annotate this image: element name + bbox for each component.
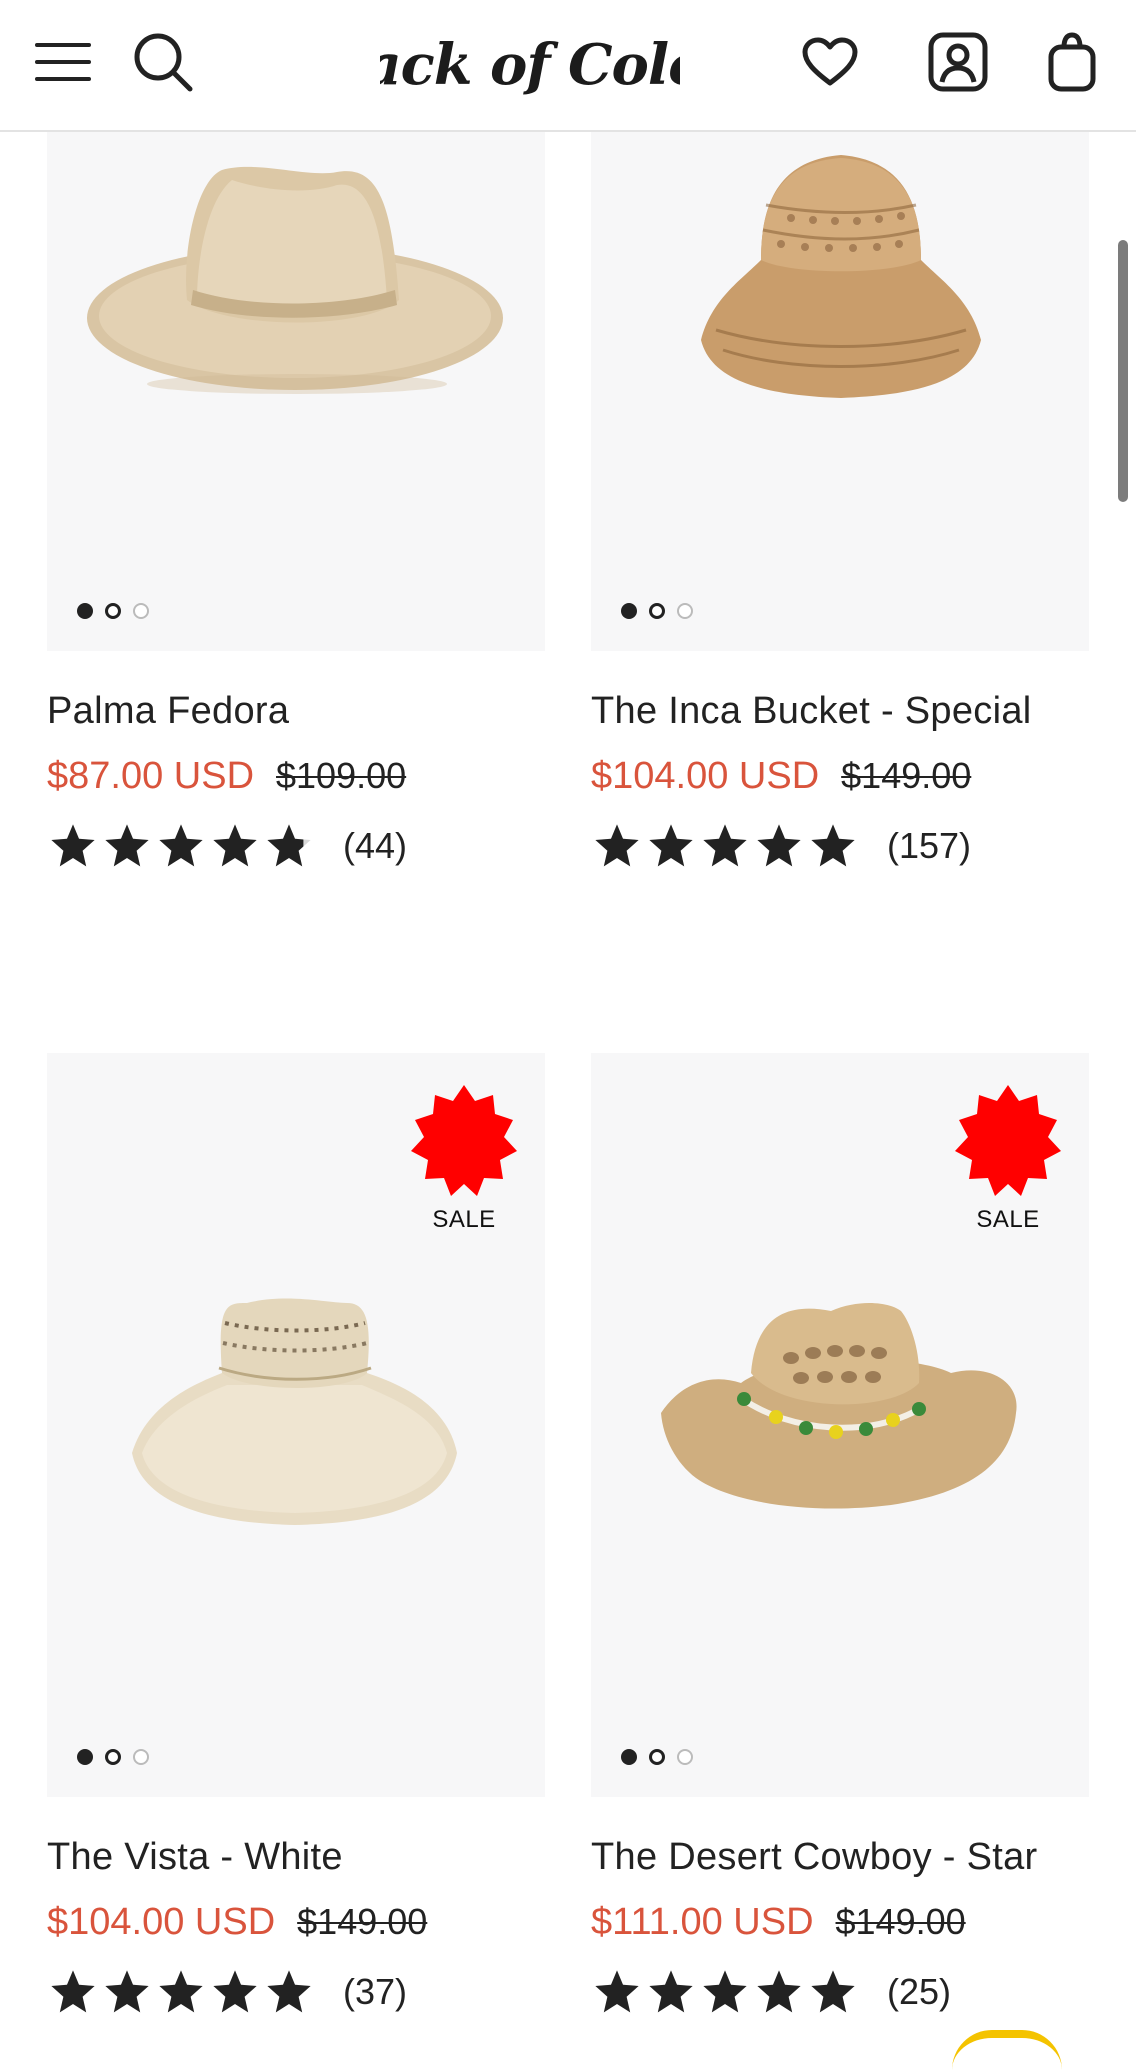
product-rating[interactable]: (25) [591, 1968, 951, 2016]
sale-label: SALE [432, 1206, 496, 1233]
star-icon [703, 1970, 747, 2013]
menu-icon [35, 43, 91, 81]
star-icon [105, 824, 149, 867]
heart-icon [802, 37, 858, 86]
pagination-dot-1[interactable] [621, 603, 637, 619]
image-pagination[interactable] [621, 603, 693, 619]
pagination-dot-3[interactable] [133, 603, 149, 619]
product-price: $104.00 USD $149.00 [47, 1901, 427, 1944]
product-title[interactable]: The Desert Cowboy - Star [591, 1836, 1037, 1879]
product-rating[interactable]: (44) [47, 822, 407, 870]
star-icon [267, 1970, 311, 2013]
star-icon [595, 1970, 639, 2013]
star-icon [703, 824, 747, 867]
image-pagination[interactable] [77, 603, 149, 619]
star-icon [811, 1970, 855, 2013]
sale-price: $111.00 USD [591, 1901, 814, 1943]
star-rating [47, 1968, 315, 2016]
sale-price: $104.00 USD [591, 755, 820, 797]
pagination-dot-3[interactable] [677, 603, 693, 619]
compare-at-price: $109.00 [276, 755, 407, 796]
wishlist-button[interactable] [795, 24, 865, 100]
brand-logo-text: Lack of Color [380, 32, 680, 98]
scrollbar[interactable] [1118, 240, 1128, 502]
pagination-dot-2[interactable] [105, 1749, 121, 1765]
star-icon [159, 1970, 203, 2013]
star-icon [51, 1970, 95, 2013]
site-header: Lack of Color [0, 0, 1136, 132]
sale-price: $87.00 USD [47, 755, 255, 797]
compare-at-price: $149.00 [835, 1901, 966, 1942]
search-icon [134, 33, 193, 92]
pagination-dot-1[interactable] [77, 1749, 93, 1765]
product-rating[interactable]: (37) [47, 1968, 407, 2016]
product-title[interactable]: Palma Fedora [47, 690, 289, 733]
account-button[interactable] [923, 24, 993, 100]
star-rating [591, 822, 859, 870]
pagination-dot-3[interactable] [133, 1749, 149, 1765]
star-rating [47, 822, 315, 870]
image-pagination[interactable] [77, 1749, 149, 1765]
star-rating [591, 1968, 859, 2016]
review-count: (157) [887, 825, 972, 866]
compare-at-price: $149.00 [297, 1901, 428, 1942]
pagination-dot-2[interactable] [649, 1749, 665, 1765]
product-grid: Palma Fedora $87.00 USD $109.00 (44) The… [0, 0, 1136, 2048]
image-pagination[interactable] [621, 1749, 693, 1765]
star-icon [105, 1970, 149, 2013]
product-price: $111.00 USD $149.00 [591, 1901, 966, 1944]
review-count: (44) [343, 825, 408, 866]
product-rating[interactable]: (157) [591, 822, 971, 870]
sale-price: $104.00 USD [47, 1901, 276, 1943]
product-title[interactable]: The Vista - White [47, 1836, 343, 1879]
star-icon [159, 824, 203, 867]
search-button[interactable] [128, 24, 198, 100]
pagination-dot-1[interactable] [621, 1749, 637, 1765]
product-image[interactable]: SALE [47, 1053, 545, 1797]
pagination-dot-3[interactable] [677, 1749, 693, 1765]
pagination-dot-2[interactable] [649, 603, 665, 619]
product-card[interactable]: Palma Fedora $87.00 USD $109.00 (44) [47, 0, 545, 880]
bag-icon [1048, 32, 1096, 92]
account-icon [928, 32, 988, 92]
product-card[interactable]: The Inca Bucket - Special $104.00 USD $1… [591, 0, 1089, 880]
sale-badge: SALE [943, 1081, 1073, 1241]
product-price: $104.00 USD $149.00 [591, 755, 971, 798]
product-card[interactable]: SALE The Vista - White $104.00 USD $149.… [47, 1053, 545, 2033]
star-icon [51, 824, 95, 867]
star-icon [213, 824, 257, 867]
review-count: (37) [343, 1971, 408, 2012]
star-icon [811, 824, 855, 867]
product-image[interactable]: SALE [591, 1053, 1089, 1797]
product-card[interactable]: SALE The Desert Cowboy - Star $111.00 US… [591, 1053, 1089, 2033]
product-price: $87.00 USD $109.00 [47, 755, 406, 798]
sale-starburst-icon [411, 1085, 517, 1196]
menu-button[interactable] [28, 24, 98, 100]
sale-label: SALE [976, 1206, 1040, 1233]
cart-button[interactable] [1037, 24, 1107, 100]
star-icon [267, 824, 311, 867]
pagination-dot-1[interactable] [77, 603, 93, 619]
star-icon [757, 1970, 801, 2013]
review-count: (25) [887, 1971, 952, 2012]
pagination-dot-2[interactable] [105, 603, 121, 619]
sale-badge: SALE [399, 1081, 529, 1241]
star-icon [649, 1970, 693, 2013]
star-icon [757, 824, 801, 867]
star-icon [649, 824, 693, 867]
star-icon [213, 1970, 257, 2013]
brand-logo[interactable]: Lack of Color [325, 12, 739, 112]
product-title[interactable]: The Inca Bucket - Special [591, 690, 1032, 733]
sale-starburst-icon [955, 1085, 1061, 1196]
compare-at-price: $149.00 [841, 755, 972, 796]
star-icon [595, 824, 639, 867]
